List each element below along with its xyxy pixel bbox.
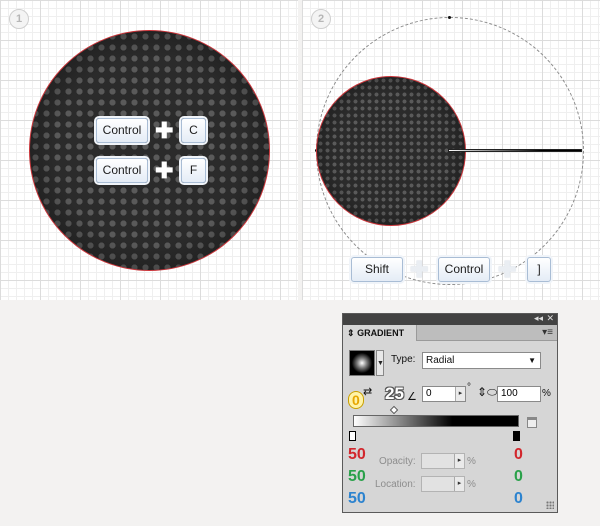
location-label: Location: [375, 479, 416, 490]
chevron-down-icon: ▼ [528, 356, 536, 365]
radius-handle-dot[interactable] [448, 16, 451, 19]
tab-arrows-icon: ⇕ [347, 328, 355, 338]
gradient-stop-white[interactable] [349, 431, 356, 441]
type-select[interactable]: Radial ▼ [422, 352, 541, 369]
tab-gradient[interactable]: ⇕ GRADIENT [343, 325, 417, 341]
angle-icon: ∠ [407, 391, 417, 403]
angle-field[interactable]: 0 ▸ [422, 386, 466, 402]
annotation-zero-badge: 0 [348, 391, 364, 409]
reverse-gradient-icon[interactable]: ⇄ [363, 385, 372, 398]
panel-tab-row: ⇕ GRADIENT ▾≡ [343, 325, 557, 341]
tab-gradient-label: GRADIENT [357, 328, 405, 338]
annotation-right-red: 0 [514, 446, 523, 463]
annotation-left-blue: 50 [348, 490, 366, 507]
sphere-shape[interactable] [29, 30, 270, 271]
percent-sign: % [542, 388, 551, 399]
location-percent: % [467, 479, 476, 490]
type-select-value: Radial [426, 355, 455, 366]
midpoint-diamond[interactable] [389, 405, 399, 415]
annotation-left-red: 50 [348, 446, 366, 463]
location-field[interactable]: ▸ [421, 476, 465, 492]
gradient-annotator-bar[interactable] [448, 149, 582, 152]
step-number-badge: 2 [311, 9, 331, 29]
plus-icon: ✚ [498, 257, 517, 282]
aspect-ratio-field[interactable]: 100 [497, 386, 541, 402]
opacity-field[interactable]: ▸ [421, 453, 465, 469]
trash-icon[interactable] [527, 417, 537, 428]
shift-key: Shift [351, 257, 403, 282]
annotation-angle-value: 25 [385, 384, 404, 403]
control-key: Control [438, 257, 490, 282]
plus-icon: ✚ [155, 118, 174, 143]
angle-spin-arrow[interactable]: ▸ [455, 387, 465, 401]
close-icon[interactable]: ✕ [546, 313, 554, 324]
f-key: F [181, 158, 206, 183]
resize-grip-icon[interactable] [546, 501, 554, 509]
c-key: C [181, 118, 206, 143]
panel-titlebar[interactable]: ◂◂ ✕ [343, 313, 557, 325]
step-number-badge: 1 [9, 9, 29, 29]
type-label: Type: [391, 354, 416, 365]
control-key: Control [96, 118, 148, 143]
annotation-right-green: 0 [514, 468, 523, 485]
aspect-ratio-value: 100 [501, 388, 518, 399]
swatch-dropdown-arrow[interactable]: ▼ [376, 350, 384, 376]
gradient-slider[interactable] [353, 415, 519, 427]
opacity-label: Opacity: [379, 456, 416, 467]
aspect-ratio-icon: ⇕⬭ [477, 385, 498, 399]
control-key: Control [96, 158, 148, 183]
sphere-shape[interactable] [316, 76, 466, 226]
gradient-panel: ◂◂ ✕ ⇕ GRADIENT ▾≡ ▼ Type: Radial ▼ 0 ⇄ … [342, 313, 558, 513]
opacity-percent: % [467, 456, 476, 467]
plus-icon: ✚ [410, 257, 429, 282]
location-spin-arrow[interactable]: ▸ [454, 477, 464, 491]
gradient-swatch[interactable] [349, 350, 375, 376]
plus-icon: ✚ [155, 158, 174, 183]
opacity-spin-arrow[interactable]: ▸ [454, 454, 464, 468]
gradient-stop-black[interactable] [513, 431, 520, 441]
angle-value: 0 [426, 388, 432, 399]
annotation-left-green: 50 [348, 468, 366, 485]
bracket-key: ] [527, 257, 551, 282]
annotation-right-blue: 0 [514, 490, 523, 507]
collapse-icon[interactable]: ◂◂ [534, 313, 543, 324]
panel-menu-icon[interactable]: ▾≡ [542, 327, 553, 338]
degree-symbol: ° [467, 382, 471, 393]
